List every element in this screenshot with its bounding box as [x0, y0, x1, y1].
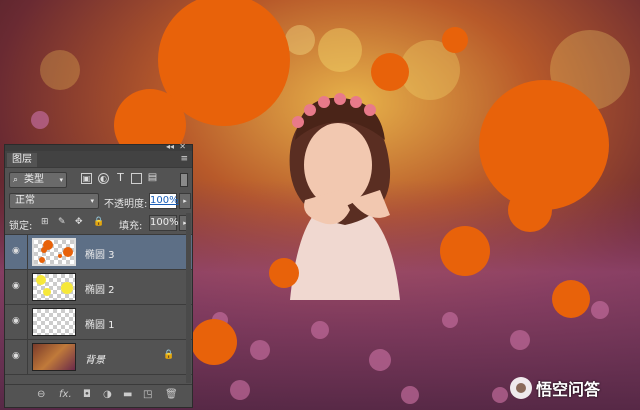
orange-circle: [371, 53, 409, 91]
layer-name[interactable]: 椭圆 1: [85, 316, 115, 331]
smart-object-filter-icon[interactable]: ▤: [147, 173, 158, 184]
adjustment-filter-icon[interactable]: ◐: [98, 173, 109, 184]
opacity-input[interactable]: 100%: [149, 193, 179, 209]
eye-icon[interactable]: ◉: [12, 281, 20, 291]
panel-bottom-bar: ⊖ fx. ◘ ◑ ▬ ◳ 🗑: [5, 384, 192, 407]
layer-name[interactable]: 椭圆 3: [85, 246, 115, 261]
link-layers-icon[interactable]: ⊖: [37, 389, 45, 400]
collapse-panel-icon[interactable]: ◂◂: [166, 142, 174, 151]
layer-row[interactable]: ◉ 椭圆 2: [5, 270, 192, 305]
type-filter-icon[interactable]: T: [115, 172, 126, 184]
chevron-down-icon: ▾: [59, 176, 63, 184]
watermark-text: 悟空问答: [536, 380, 601, 399]
adjustment-layer-icon[interactable]: ◑: [103, 389, 112, 400]
divider: [27, 340, 28, 374]
lock-row: 锁定: ⊞ ✎ ✥ 🔒 填充: 100% ▸: [5, 212, 192, 235]
layer-filter-dropdown[interactable]: ⌕ 类型 ▾: [9, 172, 67, 188]
fill-input[interactable]: 100%: [149, 215, 179, 231]
lock-label: 锁定:: [9, 221, 33, 232]
lock-all-icon[interactable]: 🔒: [93, 217, 104, 227]
orange-circle: [269, 258, 299, 288]
blend-mode-label: 正常: [15, 195, 35, 206]
bokeh-light: [318, 28, 362, 72]
layer-row[interactable]: ◉ 椭圆 1: [5, 305, 192, 340]
orange-circle: [552, 280, 590, 318]
filter-row: ⌕ 类型 ▾ ▣ ◐ T ▤: [5, 168, 192, 190]
fill-label: 填充:: [119, 221, 143, 232]
trash-icon[interactable]: 🗑: [165, 389, 178, 400]
fx-icon[interactable]: fx.: [59, 389, 72, 400]
panel-menu-icon[interactable]: ≡: [180, 154, 188, 164]
tab-layers[interactable]: 图层: [7, 153, 37, 167]
lock-image-pixels-icon[interactable]: ✎: [58, 217, 66, 227]
shape-filter-icon[interactable]: [131, 173, 142, 184]
search-icon: ⌕: [13, 175, 19, 185]
filter-label: 类型: [24, 174, 44, 185]
opacity-label: 不透明度:: [104, 199, 148, 210]
bokeh-light: [285, 25, 315, 55]
blend-row: 正常 ▾ 不透明度: 100% ▸: [5, 190, 192, 212]
layer-thumbnail: [32, 343, 76, 371]
divider: [27, 235, 28, 269]
layers-scrollbar[interactable]: [186, 213, 191, 383]
layer-name[interactable]: 背景: [85, 351, 105, 366]
lock-position-icon[interactable]: ✥: [75, 217, 83, 227]
eye-icon[interactable]: ◉: [12, 351, 20, 361]
chevron-down-icon: ▾: [90, 197, 94, 205]
close-panel-icon[interactable]: ✕: [179, 142, 186, 151]
layer-thumbnail: [32, 273, 76, 301]
orange-circle: [442, 27, 468, 53]
filter-toggle[interactable]: [180, 173, 188, 187]
bokeh-light: [40, 50, 80, 90]
layer-thumbnail: [32, 308, 76, 336]
orange-circle: [508, 188, 552, 232]
opacity-slider-button[interactable]: ▸: [179, 193, 191, 209]
eye-icon[interactable]: ◉: [12, 316, 20, 326]
mask-icon[interactable]: ◘: [83, 389, 91, 400]
panel-tab-row: 图层 ≡: [5, 151, 192, 168]
blend-mode-dropdown[interactable]: 正常 ▾: [9, 193, 99, 209]
divider: [27, 270, 28, 304]
eye-icon[interactable]: ◉: [12, 246, 20, 256]
group-folder-icon[interactable]: ▬: [123, 389, 132, 400]
layer-thumbnail: [32, 238, 76, 266]
orange-circle: [191, 319, 237, 365]
orange-circle: [440, 226, 490, 276]
layers-panel: ◂◂ ✕ 图层 ≡ ⌕ 类型 ▾ ▣ ◐ T ▤ 正常 ▾ 不透明度: 100%…: [4, 142, 193, 408]
image-filter-icon[interactable]: ▣: [81, 173, 92, 184]
lock-icon: 🔒: [163, 350, 175, 360]
watermark: 悟空问答: [510, 375, 600, 401]
layer-row[interactable]: ◉ 椭圆 3: [5, 235, 192, 270]
lock-transparent-pixels-icon[interactable]: ⊞: [41, 217, 49, 227]
layer-name[interactable]: 椭圆 2: [85, 281, 115, 296]
divider: [27, 305, 28, 339]
new-layer-icon[interactable]: ◳: [143, 389, 152, 400]
layer-row[interactable]: ◉ 背景 🔒: [5, 340, 192, 375]
watermark-logo-icon: [510, 377, 532, 399]
orange-circle: [479, 80, 609, 210]
